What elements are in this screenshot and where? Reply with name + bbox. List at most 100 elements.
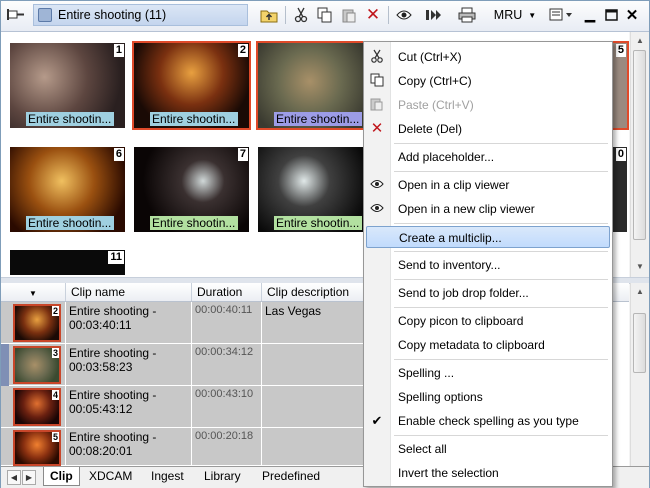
- maximize-icon[interactable]: [602, 5, 620, 25]
- duration-cell: 00:00:40:11: [192, 302, 262, 344]
- duration-cell: 00:00:34:12: [192, 344, 262, 386]
- picon-cell: 2: [1, 302, 66, 344]
- menu-item-invert-selection[interactable]: Invert the selection: [366, 462, 610, 484]
- menu-item-spelling-options[interactable]: Spelling options: [366, 386, 610, 408]
- menu-item-add-placeholder[interactable]: Add placeholder...: [366, 146, 610, 168]
- clip-thumbnail[interactable]: 6 Entire shootin...: [8, 145, 127, 234]
- clip-name: Entire shooting -: [69, 430, 157, 444]
- menu-item-select-all[interactable]: Select all: [366, 438, 610, 460]
- clip-number: 7: [237, 148, 248, 161]
- description-cell[interactable]: [262, 386, 372, 428]
- clip-thumbnail[interactable]: Entire shootin...: [256, 145, 375, 234]
- folder-up-icon[interactable]: [258, 5, 280, 25]
- menu-item-create-multiclip[interactable]: Create a multiclip...: [366, 226, 610, 248]
- checkmark-icon: ✔: [371, 413, 383, 428]
- clip-picon: 5: [13, 430, 61, 466]
- menu-item-label: Paste (Ctrl+V): [398, 98, 474, 112]
- send-icon[interactable]: [423, 5, 445, 25]
- close-icon[interactable]: ✕: [623, 5, 641, 25]
- clip-thumbnail[interactable]: 7 Entire shootin...: [132, 145, 251, 234]
- copy-icon[interactable]: [314, 5, 336, 25]
- menu-item-copy-metadata[interactable]: Copy metadata to clipboard: [366, 334, 610, 356]
- scrollbar-thumb[interactable]: [633, 50, 646, 240]
- clip-thumbnail[interactable]: 2 Entire shootin...: [132, 41, 251, 130]
- tab-scroll-right-icon[interactable]: ▶: [22, 470, 36, 485]
- tab-clip[interactable]: Clip: [43, 467, 80, 486]
- clip-picon: 4: [13, 388, 61, 426]
- bin-title: Entire shooting (11): [58, 8, 167, 22]
- clip-thumbnail[interactable]: Entire shootin...: [256, 41, 375, 130]
- menu-item-send-inventory[interactable]: Send to inventory...: [366, 254, 610, 276]
- window: Entire shooting (11) ✕ MRU ▼ ▁ ✕ 1 Entir…: [0, 0, 650, 488]
- cut-icon: [368, 49, 386, 65]
- duration-cell: 00:00:20:18: [192, 428, 262, 466]
- tab-label: Clip: [50, 469, 73, 483]
- menu-item-delete[interactable]: ✕ Delete (Del): [366, 118, 610, 140]
- menu-item-label: Invert the selection: [398, 466, 499, 480]
- clip-thumbnail[interactable]: 11: [8, 248, 127, 277]
- table-scrollbar[interactable]: ▲: [630, 283, 649, 466]
- scroll-up-icon[interactable]: ▲: [633, 34, 647, 48]
- menu-item-cut[interactable]: Cut (Ctrl+X): [366, 46, 610, 68]
- bin-selector[interactable]: Entire shooting (11): [33, 4, 248, 26]
- menu-item-label: Copy metadata to clipboard: [398, 338, 545, 352]
- menu-item-spelling[interactable]: Spelling ...: [366, 362, 610, 384]
- clip-timecode: 00:03:58:23: [69, 360, 133, 374]
- cut-icon[interactable]: [290, 5, 312, 25]
- thumbnail-scrollbar[interactable]: ▲ ▼: [630, 32, 649, 277]
- toolbar-separator: [285, 6, 286, 24]
- picon-cell: 3: [1, 344, 66, 386]
- menu-item-paste[interactable]: Paste (Ctrl+V): [366, 94, 610, 116]
- clip-timecode: 00:05:43:12: [69, 402, 133, 416]
- tab-ingest[interactable]: Ingest: [145, 467, 190, 485]
- clip-name: Entire shooting -: [69, 304, 157, 318]
- column-header-duration[interactable]: Duration: [192, 283, 262, 301]
- clip-name-cell: Entire shooting -00:03:58:23: [66, 344, 192, 386]
- menu-item-label: Send to job drop folder...: [398, 286, 529, 300]
- row-marker: [1, 344, 9, 386]
- scroll-down-icon[interactable]: ▼: [633, 260, 647, 274]
- description-cell[interactable]: [262, 428, 372, 466]
- clip-name-cell: Entire shooting -00:03:40:11: [66, 302, 192, 344]
- clip-picon: 3: [13, 346, 61, 384]
- scroll-up-icon[interactable]: ▲: [633, 285, 647, 299]
- menu-item-copy-picon[interactable]: Copy picon to clipboard: [366, 310, 610, 332]
- tab-xdcam[interactable]: XDCAM: [83, 467, 138, 485]
- menu-item-label: Send to inventory...: [398, 258, 501, 272]
- clip-caption: Entire shootin...: [26, 216, 114, 230]
- clip-picon: 2: [13, 304, 61, 342]
- description-cell[interactable]: [262, 344, 372, 386]
- column-header-clip-name[interactable]: Clip name: [66, 283, 192, 301]
- menu-item-label: Copy picon to clipboard: [398, 314, 524, 328]
- tab-predefined[interactable]: Predefined: [256, 467, 326, 485]
- mru-dropdown[interactable]: MRU ▼: [489, 4, 541, 26]
- print-icon[interactable]: [455, 5, 479, 25]
- menu-item-copy[interactable]: Copy (Ctrl+C): [366, 70, 610, 92]
- clip-caption: Entire shootin...: [274, 216, 362, 230]
- menu-item-open-clip-viewer[interactable]: Open in a clip viewer: [366, 174, 610, 196]
- menu-item-label: Open in a clip viewer: [398, 178, 510, 192]
- delete-icon[interactable]: ✕: [362, 5, 384, 25]
- sort-column-header[interactable]: ▼: [1, 283, 66, 301]
- clip-name: Entire shooting -: [69, 346, 157, 360]
- minimize-icon[interactable]: ▁: [581, 5, 599, 25]
- scrollbar-thumb[interactable]: [633, 313, 646, 373]
- eye-icon: [368, 177, 386, 193]
- picon-cell: 5: [1, 428, 66, 466]
- settings-menu-icon[interactable]: [547, 5, 577, 25]
- clip-thumbnail[interactable]: 1 Entire shootin...: [8, 41, 127, 130]
- menu-item-enable-spelling[interactable]: ✔ Enable check spelling as you type: [366, 410, 610, 432]
- description-cell[interactable]: Las Vegas: [262, 302, 372, 344]
- copy-icon: [368, 73, 386, 89]
- tab-library[interactable]: Library: [198, 467, 247, 485]
- eye-icon[interactable]: [393, 5, 415, 25]
- menu-item-label: Select all: [398, 442, 447, 456]
- toolbar: Entire shooting (11) ✕ MRU ▼ ▁ ✕: [1, 1, 649, 32]
- menu-item-open-new-clip-viewer[interactable]: Open in a new clip viewer: [366, 198, 610, 220]
- paste-icon[interactable]: [338, 5, 360, 25]
- column-header-description[interactable]: Clip description: [262, 283, 372, 301]
- clip-number: 3: [51, 348, 59, 358]
- tab-scroll-left-icon[interactable]: ◀: [7, 470, 21, 485]
- menu-item-send-job-drop[interactable]: Send to job drop folder...: [366, 282, 610, 304]
- pin-icon[interactable]: [5, 5, 27, 25]
